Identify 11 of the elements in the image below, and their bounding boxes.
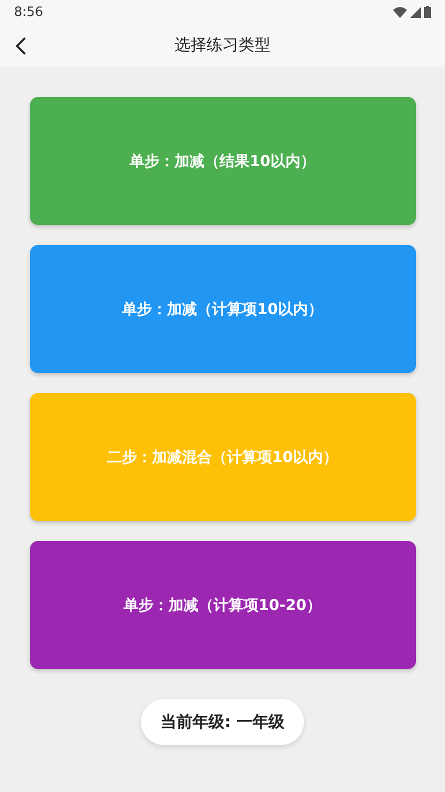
wifi-icon xyxy=(393,6,407,18)
practice-type-button[interactable]: 单步：加减（计算项10-20） xyxy=(30,541,416,669)
signal-icon xyxy=(410,6,421,18)
practice-type-button[interactable]: 单步：加减（计算项10以内） xyxy=(30,245,416,373)
battery-icon xyxy=(424,6,431,18)
back-icon[interactable] xyxy=(15,36,27,54)
grade-button[interactable]: 当前年级: 一年级 xyxy=(140,699,304,745)
practice-type-button[interactable]: 单步：加减（结果10以内） xyxy=(30,97,416,225)
practice-type-button[interactable]: 二步：加减混合（计算项10以内） xyxy=(30,393,416,521)
page-title: 选择练习类型 xyxy=(174,35,270,56)
status-time: 8:56 xyxy=(14,4,44,20)
